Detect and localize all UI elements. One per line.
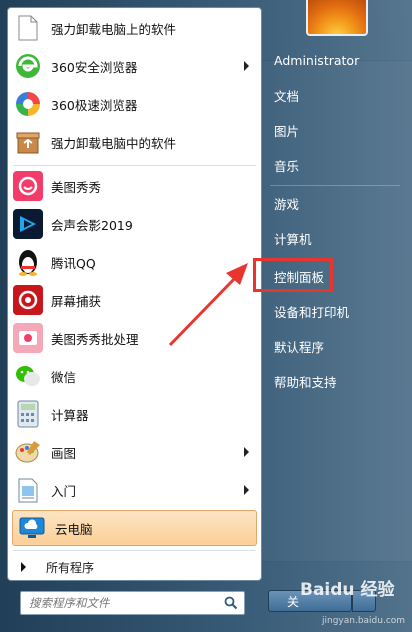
program-label: 微信 [51, 369, 77, 385]
cloud-pc-icon [17, 513, 47, 543]
video-editor-icon [13, 209, 43, 239]
program-label: 计算器 [51, 407, 89, 423]
computer-link[interactable]: 计算机 [268, 223, 312, 253]
screen-capture-icon [13, 285, 43, 315]
program-label: 屏幕捕获 [51, 293, 102, 309]
user-avatar[interactable] [306, 0, 368, 36]
meitu-icon [13, 171, 43, 201]
program-item-highlighted[interactable]: 云电脑 [12, 510, 257, 546]
program-label: 入门 [51, 483, 77, 499]
program-item[interactable]: 360安全浏览器 [8, 48, 261, 84]
program-label: 云电脑 [55, 521, 93, 537]
program-label: 会声会影2019 [51, 217, 133, 233]
browser-360-icon [13, 51, 43, 81]
program-item[interactable]: 计算器 [8, 396, 261, 432]
all-programs-label: 所有程序 [46, 560, 95, 575]
annotation-arrow-icon [168, 263, 248, 347]
program-label: 美图秀秀批处理 [51, 331, 139, 347]
program-label: 腾讯QQ [51, 255, 96, 271]
recycle-box-icon [13, 127, 43, 157]
program-label: 强力卸载电脑上的软件 [51, 21, 177, 37]
program-item[interactable]: 入门 [8, 472, 261, 508]
calculator-icon [13, 399, 43, 429]
program-item[interactable]: 画图 [8, 434, 261, 470]
expand-arrow-icon [21, 562, 26, 572]
program-label: 画图 [51, 445, 77, 461]
highlight-box [253, 258, 333, 292]
games-link[interactable]: 游戏 [268, 188, 299, 218]
program-item[interactable]: 微信 [8, 358, 261, 394]
pictures-link[interactable]: 图片 [268, 115, 299, 145]
meitu-batch-icon [13, 323, 43, 353]
search-input[interactable] [29, 596, 219, 610]
program-item[interactable]: 会声会影2019 [8, 206, 261, 242]
devices-printers-link[interactable]: 设备和打印机 [268, 296, 349, 326]
program-label: 强力卸载电脑中的软件 [51, 135, 177, 151]
search-box[interactable] [20, 591, 245, 615]
watermark-url: jingyan.baidu.com [322, 616, 406, 626]
program-item[interactable]: 美图秀秀 [8, 168, 261, 204]
all-programs-button[interactable]: 所有程序 [13, 556, 256, 578]
shutdown-label: 关 [287, 594, 300, 609]
submenu-arrow-icon[interactable] [244, 447, 249, 457]
separator [270, 185, 400, 186]
user-name-link[interactable]: Administrator [268, 45, 359, 75]
watermark: Baidu 经验 [300, 580, 395, 600]
getting-started-icon [13, 475, 43, 505]
documents-link[interactable]: 文档 [268, 80, 299, 110]
program-item[interactable]: 360极速浏览器 [8, 86, 261, 122]
program-label: 360极速浏览器 [51, 97, 138, 113]
separator [13, 550, 256, 551]
music-link[interactable]: 音乐 [268, 150, 299, 180]
program-label: 美图秀秀 [51, 179, 102, 195]
submenu-arrow-icon[interactable] [244, 61, 249, 71]
help-support-link[interactable]: 帮助和支持 [268, 366, 337, 396]
separator [13, 165, 256, 166]
document-icon [13, 13, 43, 43]
default-programs-link[interactable]: 默认程序 [268, 331, 324, 361]
program-label: 360安全浏览器 [51, 59, 138, 75]
program-item[interactable]: 强力卸载电脑中的软件 [8, 124, 261, 160]
browser-360-speed-icon [13, 89, 43, 119]
qq-penguin-icon [13, 247, 43, 277]
submenu-arrow-icon[interactable] [244, 485, 249, 495]
wechat-icon [13, 361, 43, 391]
program-item[interactable]: 强力卸载电脑上的软件 [8, 10, 261, 46]
search-icon[interactable] [224, 596, 238, 610]
paint-icon [13, 437, 43, 467]
